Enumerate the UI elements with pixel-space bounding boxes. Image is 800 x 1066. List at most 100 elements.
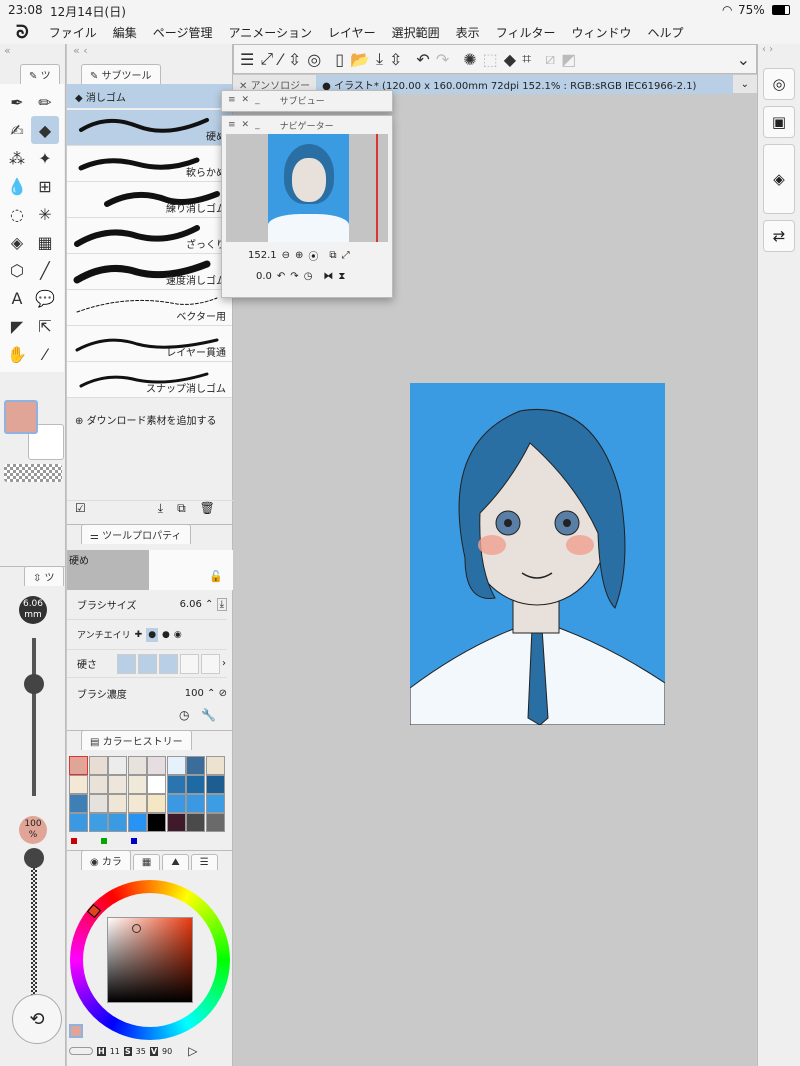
color-wheel-tab[interactable]: ◉ カラ xyxy=(81,850,131,870)
blend-tool-icon[interactable]: 💧 xyxy=(3,172,31,200)
reset-icon[interactable]: ◷ xyxy=(179,708,189,722)
add-download-material-button[interactable]: ⊕ ダウンロード素材を追加する xyxy=(67,398,232,441)
chevron-updown-icon[interactable]: ⇳ xyxy=(288,50,301,69)
history-swatch[interactable] xyxy=(166,813,186,832)
collapse-subtool-icon[interactable]: « ‹ xyxy=(67,44,232,64)
close-icon[interactable]: ✕ xyxy=(242,120,250,130)
decoration-tool-icon[interactable]: ⁂ xyxy=(3,144,31,172)
rotation-reset-icon[interactable]: ◷ xyxy=(304,271,313,282)
duplicate-icon[interactable]: ⧉ xyxy=(177,501,186,520)
import-icon[interactable]: ⤓ xyxy=(158,501,163,520)
balloon-tool-icon[interactable]: 💬 xyxy=(31,284,59,312)
clear-icon[interactable]: ⧄ xyxy=(545,49,555,69)
history-swatch[interactable] xyxy=(147,813,166,832)
collapse-right-icon[interactable]: ‹ › xyxy=(758,44,800,62)
collapse-left-icon[interactable]: « xyxy=(0,44,65,64)
rotation-value[interactable]: 0.0 xyxy=(256,271,272,282)
minimize-icon[interactable]: _ xyxy=(255,95,260,105)
menu-help[interactable]: ヘルプ xyxy=(639,24,691,41)
menu-file[interactable]: ファイル xyxy=(41,24,105,41)
more-chevron-icon[interactable]: ⌄ xyxy=(737,50,750,69)
deselect-icon[interactable]: ✺ xyxy=(463,50,476,69)
lock-icon[interactable]: 🔓 xyxy=(209,570,223,583)
tool-tab[interactable]: ✎ ツ xyxy=(20,64,60,84)
hand-tool-icon[interactable]: ✋ xyxy=(3,340,31,368)
eraser-tool-icon[interactable]: ◆ xyxy=(31,116,59,144)
minimize-icon[interactable]: _ xyxy=(255,120,260,130)
hardness-more-icon[interactable]: › xyxy=(222,658,226,669)
history-swatch[interactable] xyxy=(186,813,205,832)
zoom-out-icon[interactable]: ⊖ xyxy=(282,250,290,261)
history-swatch[interactable] xyxy=(69,813,88,832)
wheel-main-color[interactable] xyxy=(69,1024,83,1038)
brush-tool-icon[interactable]: ✍ xyxy=(3,116,31,144)
menu-view[interactable]: 表示 xyxy=(448,24,488,41)
history-swatch[interactable] xyxy=(127,775,147,794)
navigator-preview[interactable] xyxy=(226,134,388,242)
flip-horizontal-icon[interactable]: ⧓ xyxy=(323,271,333,282)
subtool-item[interactable]: 練り消しゴム xyxy=(67,182,232,218)
intermediate-color-tab[interactable]: ⛰ xyxy=(162,854,189,870)
hardness-step[interactable] xyxy=(138,653,157,674)
antialias-weak[interactable]: ● xyxy=(146,627,159,642)
hardness-step[interactable] xyxy=(180,653,199,674)
history-swatch[interactable] xyxy=(205,756,225,775)
close-icon[interactable]: ✕ xyxy=(242,95,250,105)
eyedropper-icon[interactable]: ⁄ xyxy=(279,50,282,69)
zoom-value[interactable]: 152.1 xyxy=(248,250,277,261)
subtool-item[interactable]: スナップ消しゴム xyxy=(67,362,232,398)
history-swatch[interactable] xyxy=(88,756,108,775)
subtool-item[interactable]: 硬め xyxy=(67,110,232,146)
text-tool-icon[interactable]: A xyxy=(3,284,31,312)
opacity-slider[interactable] xyxy=(31,856,37,1006)
hardness-slider[interactable] xyxy=(117,653,220,674)
history-swatch[interactable] xyxy=(166,775,186,794)
swap-color-icon[interactable]: ⟲ xyxy=(12,994,62,1044)
mesh-tool-icon[interactable]: ⊞ xyxy=(31,172,59,200)
clear-outside-icon[interactable]: ◩ xyxy=(561,50,576,69)
history-swatch[interactable] xyxy=(205,794,225,813)
app-logo-icon[interactable]: ᘐ xyxy=(0,22,41,43)
canvas-artwork[interactable] xyxy=(410,383,665,725)
pen-tool-icon[interactable]: ✒ xyxy=(3,88,31,116)
color-mode-toggle[interactable] xyxy=(69,1047,93,1055)
density-input[interactable]: 100 xyxy=(185,688,204,699)
line-tool-icon[interactable]: ╱ xyxy=(31,256,59,284)
sv-cursor[interactable] xyxy=(132,924,141,933)
auto-action-icon[interactable]: ⇄ xyxy=(763,220,795,252)
menu-window[interactable]: ウィンドウ xyxy=(563,24,639,41)
subtool-tab[interactable]: ✎ サブツール xyxy=(81,64,161,84)
history-swatch[interactable] xyxy=(127,813,147,832)
brush-size-preset-icon[interactable]: ⤓ xyxy=(216,598,227,611)
pencil-tool-icon[interactable]: ✏ xyxy=(31,88,59,116)
saturation-value-square[interactable] xyxy=(107,917,193,1003)
menu-selection[interactable]: 選択範囲 xyxy=(384,24,448,41)
frame-tool-icon[interactable]: ◤ xyxy=(3,312,31,340)
antialias-strong[interactable]: ◉ xyxy=(174,630,182,640)
eyedropper-tool-icon[interactable]: ⁄ xyxy=(31,340,59,368)
fit-icon[interactable]: ⤢ xyxy=(260,49,273,69)
subtool-item[interactable]: レイヤー貫通 xyxy=(67,326,232,362)
size-tab[interactable]: ⇳ ツ xyxy=(24,566,64,586)
lasso-tool-icon[interactable]: ◌ xyxy=(3,200,31,228)
delete-icon[interactable]: 🗑 xyxy=(200,501,215,520)
drag-handle-icon[interactable]: ≡ xyxy=(228,95,236,105)
select-icon[interactable]: ⬚ xyxy=(483,50,498,69)
open-folder-icon[interactable]: 📂 xyxy=(350,50,370,69)
hardness-step[interactable] xyxy=(159,653,178,674)
history-swatch[interactable] xyxy=(166,794,186,813)
zoom-reset-icon[interactable]: ⦿ xyxy=(308,248,318,263)
save-icon[interactable]: ⤓ xyxy=(376,49,383,69)
hardness-step[interactable] xyxy=(117,653,136,674)
navigator-icon[interactable]: ◎ xyxy=(763,68,795,100)
history-swatch[interactable] xyxy=(108,794,127,813)
transform-icon[interactable]: ⌗ xyxy=(522,49,531,69)
transparent-color-swatch[interactable] xyxy=(4,464,62,482)
history-swatch[interactable] xyxy=(166,756,186,775)
fill-tool-icon[interactable]: ◈ xyxy=(3,228,31,256)
subtool-item[interactable]: 速度消しゴム xyxy=(67,254,232,290)
subtool-item[interactable]: ベクター用 xyxy=(67,290,232,326)
flip-vertical-icon[interactable]: ⧗ xyxy=(338,271,345,282)
history-swatch[interactable] xyxy=(108,775,127,794)
companion-icon[interactable]: ◎ xyxy=(307,50,321,69)
